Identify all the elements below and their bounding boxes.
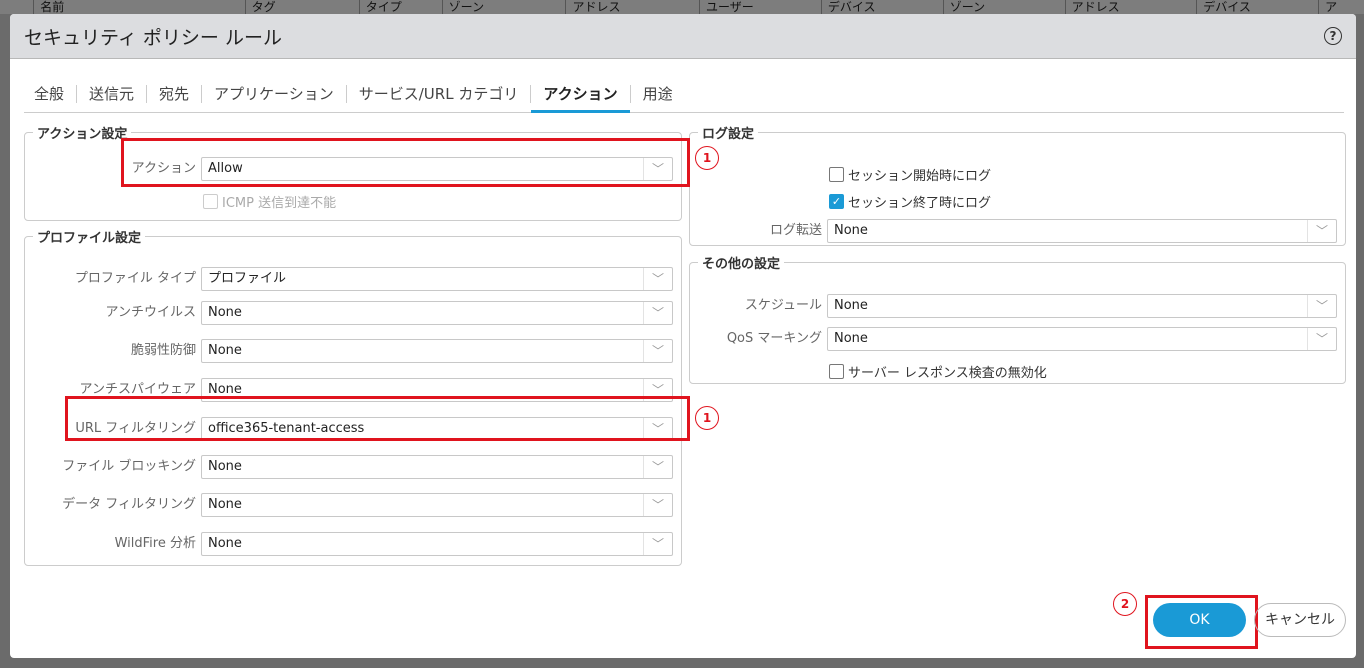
annotation-highlight-url-filtering <box>65 396 690 441</box>
profile-row-select[interactable]: プロファイル ﹀ <box>201 267 673 291</box>
chevron-down-icon: ﹀ <box>643 302 672 324</box>
dialog-title: セキュリティ ポリシー ルール <box>24 26 282 49</box>
annotation-badge-1: 1 <box>695 406 719 430</box>
tab-bar: 全般 送信元 宛先 アプリケーション サービス/URL カテゴリ アクション 用… <box>24 76 1344 113</box>
log-start-checkbox[interactable]: セッション開始時にログ <box>829 165 991 184</box>
action-settings-legend: アクション設定 <box>37 127 128 142</box>
bg-col: ア <box>1318 0 1364 14</box>
profile-row-select[interactable]: None ﹀ <box>201 532 673 556</box>
checkbox-icon <box>829 167 844 182</box>
bg-col: アドレス <box>565 0 699 14</box>
disable-server-response-label: サーバー レスポンス検査の無効化 <box>848 366 1047 381</box>
icmp-checkbox: ICMP 送信到達不能 <box>203 192 336 211</box>
tab-action[interactable]: アクション <box>530 85 630 113</box>
bg-col: デバイス <box>820 0 943 14</box>
bg-col: デバイス <box>1196 0 1318 14</box>
question-circle-icon[interactable]: ? <box>1324 27 1342 45</box>
chevron-down-icon: ﹀ <box>643 533 672 555</box>
chevron-down-icon: ﹀ <box>1307 220 1336 242</box>
profile-row-label: ファイル ブロッキング <box>62 459 196 474</box>
checkbox-icon <box>203 194 218 209</box>
other-settings-legend: その他の設定 <box>702 257 781 272</box>
checkmark-icon: ✓ <box>829 194 844 209</box>
profile-row-select[interactable]: None ﹀ <box>201 301 673 325</box>
profile-row-label: プロファイル タイプ <box>74 271 196 286</box>
tab-destination[interactable]: 宛先 <box>146 85 201 103</box>
chevron-down-icon: ﹀ <box>643 340 672 362</box>
annotation-highlight-action <box>121 138 690 187</box>
bg-col: ゾーン <box>942 0 1065 14</box>
chevron-down-icon: ﹀ <box>1307 295 1336 317</box>
log-settings-legend: ログ設定 <box>702 127 755 142</box>
profile-settings-legend: プロファイル設定 <box>37 231 142 246</box>
log-end-label: セッション終了時にログ <box>848 196 992 211</box>
other-settings-group: その他の設定 スケジュール None ﹀ QoS マーキング None ﹀ サーバー… <box>689 253 1346 384</box>
bg-col: タグ <box>244 0 359 14</box>
log-forward-label: ログ転送 <box>769 223 822 238</box>
bg-col: ユーザー <box>699 0 821 14</box>
profile-row-label: 脆弱性防御 <box>130 343 196 358</box>
bg-col: アドレス <box>1064 0 1197 14</box>
schedule-value: None <box>834 298 868 313</box>
bg-col: タイプ <box>358 0 442 14</box>
dialog-titlebar: セキュリティ ポリシー ルール ? <box>10 14 1356 59</box>
log-end-checkbox[interactable]: ✓ セッション終了時にログ <box>829 192 991 211</box>
schedule-label: スケジュール <box>744 298 822 313</box>
schedule-select[interactable]: None ﹀ <box>827 294 1337 318</box>
icmp-label: ICMP 送信到達不能 <box>222 196 337 211</box>
qos-label: QoS マーキング <box>726 331 822 346</box>
log-settings-group: ログ設定 セッション開始時にログ ✓ セッション終了時にログ ログ転送 None ﹀ <box>689 123 1346 246</box>
profile-row-value: None <box>208 382 242 397</box>
profile-row-value: None <box>208 305 242 320</box>
profile-row-select[interactable]: None ﹀ <box>201 493 673 517</box>
checkbox-icon <box>829 364 844 379</box>
profile-row-value: プロファイル <box>208 271 287 286</box>
profile-row-label: WildFire 分析 <box>114 536 196 551</box>
profile-row-label: データ フィルタリング <box>62 497 196 512</box>
log-start-label: セッション開始時にログ <box>848 169 992 184</box>
profile-row-value: None <box>208 343 242 358</box>
log-forward-value: None <box>834 223 868 238</box>
security-policy-rule-dialog: セキュリティ ポリシー ルール ? 全般 送信元 宛先 アプリケーション サービ… <box>10 14 1356 658</box>
qos-value: None <box>834 331 868 346</box>
chevron-down-icon: ﹀ <box>643 456 672 478</box>
qos-select[interactable]: None ﹀ <box>827 327 1337 351</box>
profile-row-select[interactable]: None ﹀ <box>201 455 673 479</box>
profile-row-value: None <box>208 497 242 512</box>
bg-col: ゾーン <box>441 0 566 14</box>
log-forward-select[interactable]: None ﹀ <box>827 219 1337 243</box>
chevron-down-icon: ﹀ <box>643 494 672 516</box>
background-table-header: 名前 タグ タイプ ゾーン アドレス ユーザー デバイス ゾーン アドレス デバ… <box>0 0 1364 14</box>
tab-service-url[interactable]: サービス/URL カテゴリ <box>345 85 531 103</box>
annotation-badge-2: 2 <box>1113 592 1137 616</box>
tab-source[interactable]: 送信元 <box>76 85 146 103</box>
chevron-down-icon: ﹀ <box>643 268 672 290</box>
tab-general[interactable]: 全般 <box>24 85 76 103</box>
bg-col: 名前 <box>33 0 244 14</box>
chevron-down-icon: ﹀ <box>1307 328 1336 350</box>
profile-row-value: None <box>208 536 242 551</box>
profile-row-value: None <box>208 459 242 474</box>
disable-server-response-checkbox[interactable]: サーバー レスポンス検査の無効化 <box>829 362 1047 381</box>
cancel-button[interactable]: キャンセル <box>1254 603 1346 637</box>
profile-row-label: アンチウイルス <box>105 305 196 320</box>
ok-button[interactable]: OK <box>1153 603 1246 637</box>
annotation-badge-1: 1 <box>695 146 719 170</box>
profile-row-select[interactable]: None ﹀ <box>201 339 673 363</box>
tab-application[interactable]: アプリケーション <box>201 85 346 103</box>
tab-usage[interactable]: 用途 <box>629 85 685 103</box>
